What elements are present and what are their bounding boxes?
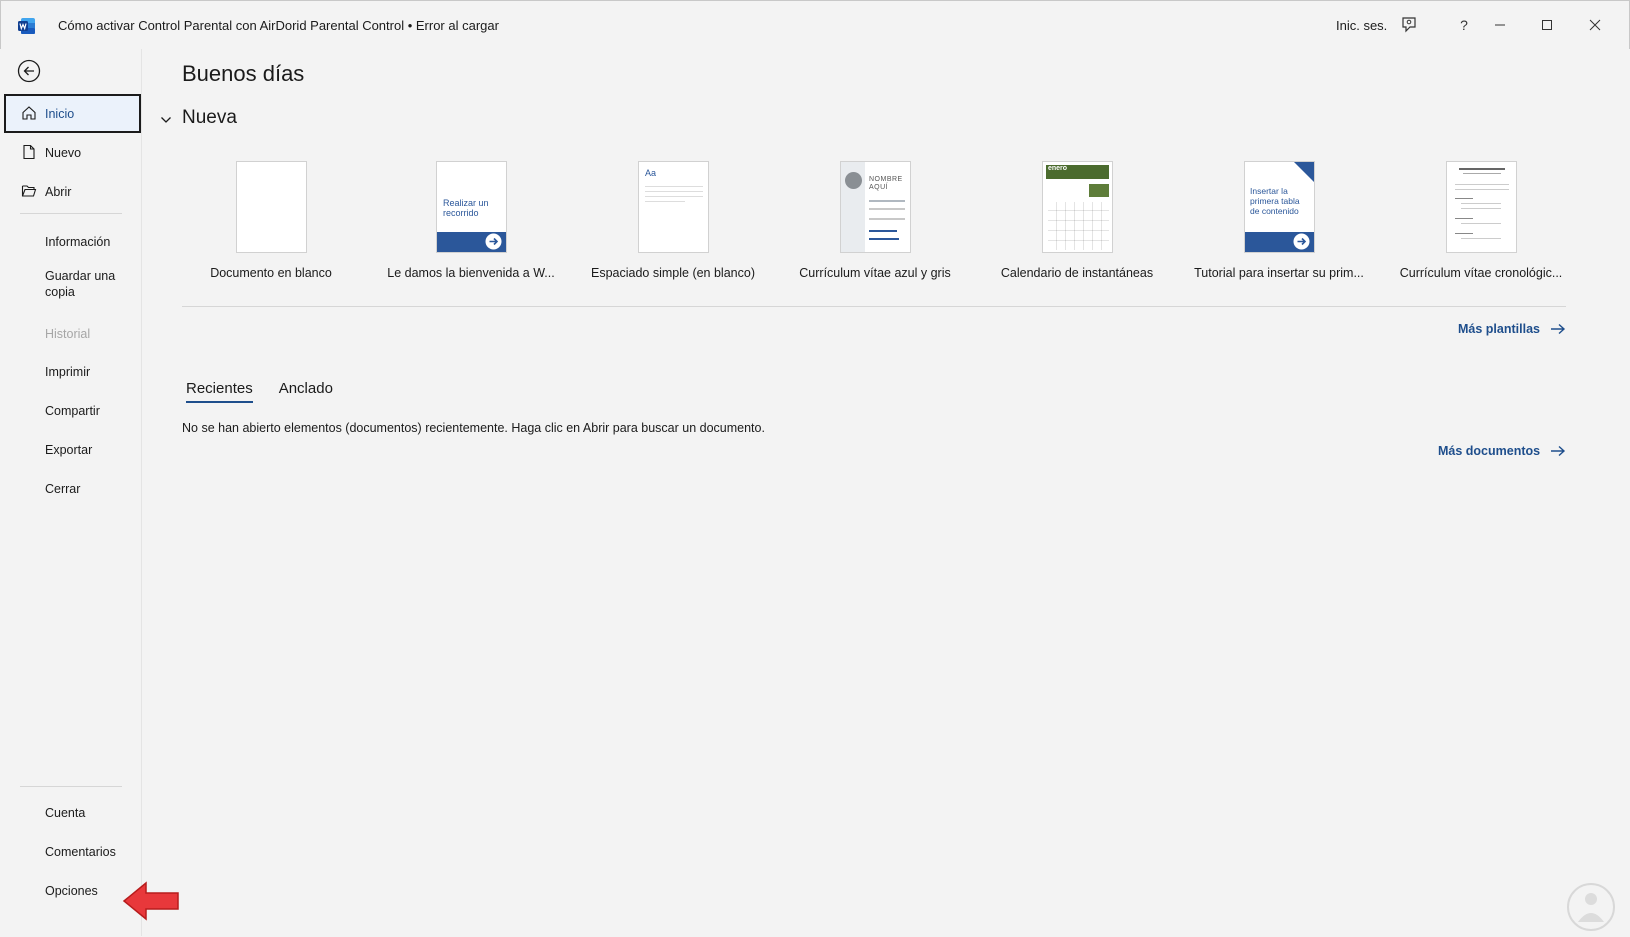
template-card[interactable]: Documento en blanco <box>182 161 360 296</box>
template-caption: Espaciado simple (en blanco) <box>591 266 755 280</box>
title-bar: Cómo activar Control Parental con AirDor… <box>0 0 1630 49</box>
sidebar-item-label: Inicio <box>45 106 75 121</box>
home-pane: Buenos días Nueva Documento en blanco Re… <box>141 49 1629 936</box>
template-thumbnail: Insertar la primera tabla de contenido <box>1244 161 1315 253</box>
chevron-down-icon[interactable] <box>159 113 173 127</box>
help-button[interactable]: ? <box>1452 13 1476 37</box>
template-caption: Tutorial para insertar su prim... <box>1194 266 1364 280</box>
new-document-icon <box>23 144 35 160</box>
sidebar-item-label: Información <box>45 234 111 249</box>
thumbnail-text: Realizar un recorrido <box>443 198 489 218</box>
sidebar-item-abrir[interactable]: Abrir <box>4 172 141 211</box>
folder-open-icon <box>21 185 37 197</box>
more-documents-label: Más documentos <box>1438 444 1541 458</box>
sidebar-item-label: Exportar <box>45 442 93 457</box>
arrow-circle-icon <box>1293 233 1310 250</box>
section-divider <box>182 306 1566 307</box>
sidebar-item-label: Abrir <box>45 184 72 199</box>
template-caption: Le damos la bienvenida a W... <box>387 266 555 280</box>
sidebar-item-label: Compartir <box>45 403 100 418</box>
back-arrow-icon[interactable] <box>17 59 41 83</box>
sidebar-item-label: Cerrar <box>45 481 81 496</box>
documents-tabs: Recientes Anclado <box>186 380 333 403</box>
thumbnail-text: Insertar la primera tabla de contenido <box>1250 186 1300 216</box>
maximize-icon[interactable] <box>1535 13 1559 37</box>
sign-in-link[interactable]: Inic. ses. <box>1336 18 1387 33</box>
sidebar-item-label: Imprimir <box>45 364 91 379</box>
sidebar-divider <box>20 213 122 214</box>
thumbnail-text: enero <box>1048 165 1068 172</box>
sidebar-item-label: Cuenta <box>45 805 86 820</box>
more-documents-link[interactable]: Más documentos <box>1438 444 1566 458</box>
template-card[interactable]: Insertar la primera tabla de contenido T… <box>1190 161 1368 296</box>
template-caption: Calendario de instantáneas <box>1000 266 1154 280</box>
sidebar-item-label: Comentarios <box>45 844 116 859</box>
sidebar-item-cuenta[interactable]: Cuenta <box>4 793 141 832</box>
sidebar-item-inicio[interactable]: Inicio <box>4 94 141 133</box>
template-card[interactable]: Aa Espaciado simple (en blanco) <box>584 161 762 296</box>
arrow-circle-icon <box>485 233 502 250</box>
arrow-right-icon <box>1551 445 1566 457</box>
sidebar-item-label: Nuevo <box>45 145 82 160</box>
sidebar-divider <box>20 786 122 787</box>
greeting-heading: Buenos días <box>182 61 305 86</box>
template-card[interactable]: Realizar un recorrido Le damos la bienve… <box>382 161 560 296</box>
template-card[interactable]: NOMBRE AQUÍ Currículum vítae azul y gris <box>786 161 964 296</box>
template-caption: Documento en blanco <box>210 266 332 280</box>
template-thumbnail: enero <box>1042 161 1113 253</box>
sidebar-item-label: Guardar una copia <box>45 269 116 299</box>
window-title: Cómo activar Control Parental con AirDor… <box>58 18 499 33</box>
template-thumbnail: Realizar un recorrido <box>436 161 507 253</box>
close-icon[interactable] <box>1583 13 1607 37</box>
arrow-right-icon <box>1550 323 1566 335</box>
template-thumbnail: Aa <box>638 161 709 253</box>
coauthor-feedback-icon[interactable] <box>1397 13 1421 37</box>
more-templates-link[interactable]: Más plantillas <box>1458 322 1566 336</box>
sidebar-item-imprimir[interactable]: Imprimir <box>4 352 141 391</box>
minimize-icon[interactable] <box>1488 13 1512 37</box>
template-thumbnail: NOMBRE AQUÍ <box>840 161 911 253</box>
tab-anclado[interactable]: Anclado <box>279 380 333 403</box>
tab-recientes[interactable]: Recientes <box>186 380 253 403</box>
backstage-sidebar: Inicio Nuevo Abrir Información Guardar u… <box>1 49 141 936</box>
template-thumbnail <box>1446 161 1517 253</box>
avatar <box>845 172 862 189</box>
sidebar-item-comentarios[interactable]: Comentarios <box>4 832 141 871</box>
empty-recent-message: No se han abierto elementos (documentos)… <box>182 421 765 435</box>
template-card[interactable]: Currículum vítae cronológic... <box>1392 161 1570 296</box>
watermark-logo-icon <box>1567 883 1615 931</box>
sidebar-item-compartir[interactable]: Compartir <box>4 391 141 430</box>
sidebar-item-label: Opciones <box>45 883 98 898</box>
thumbnail-text: NOMBRE AQUÍ <box>869 176 903 191</box>
word-logo-icon <box>18 18 35 34</box>
sidebar-item-historial: Historial <box>4 314 141 353</box>
sidebar-item-nuevo[interactable]: Nuevo <box>4 133 141 172</box>
template-card[interactable]: enero Calendario de instantáneas <box>988 161 1166 296</box>
more-templates-label: Más plantillas <box>1458 322 1540 336</box>
sidebar-item-guardar-copia[interactable]: Guardar una copia <box>4 263 141 311</box>
annotation-arrow-icon <box>122 881 179 921</box>
sidebar-item-informacion[interactable]: Información <box>4 222 141 261</box>
template-caption: Currículum vítae azul y gris <box>799 266 951 280</box>
template-caption: Currículum vítae cronológic... <box>1399 266 1563 280</box>
new-section-heading[interactable]: Nueva <box>182 107 237 129</box>
sidebar-item-exportar[interactable]: Exportar <box>4 430 141 469</box>
template-thumbnail <box>236 161 307 253</box>
sidebar-item-cerrar[interactable]: Cerrar <box>4 469 141 508</box>
sidebar-item-label: Historial <box>45 326 91 341</box>
thumbnail-text: Aa <box>645 168 657 178</box>
home-icon <box>22 106 36 120</box>
